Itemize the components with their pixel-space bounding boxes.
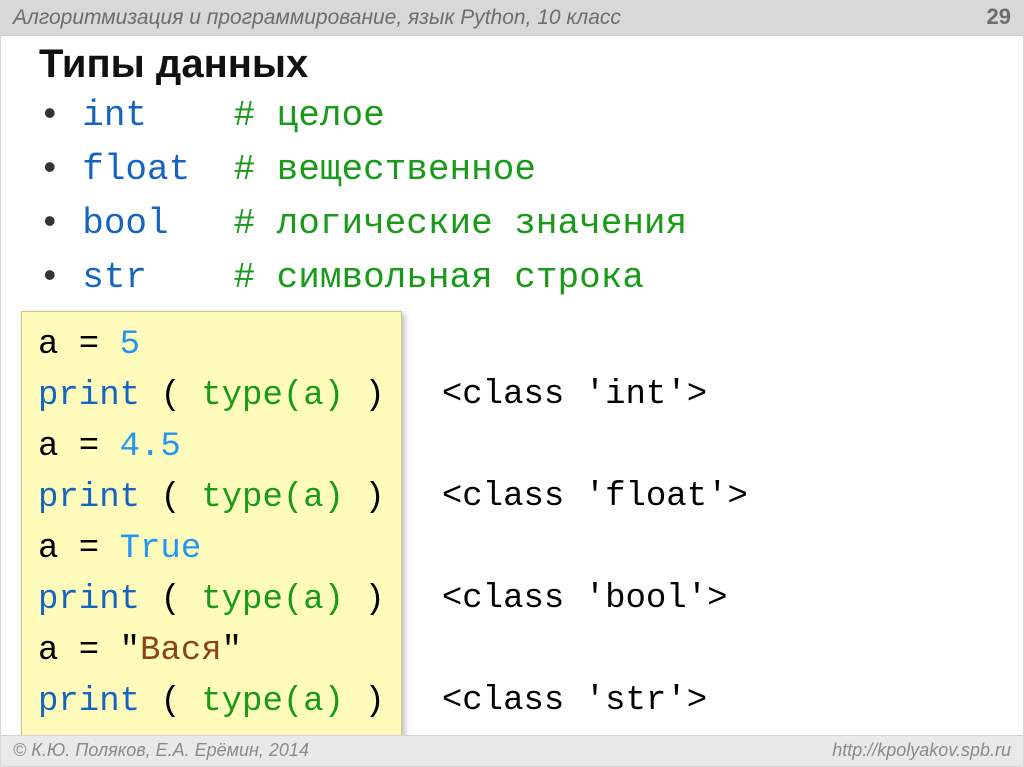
- output-line: <class 'int'>: [442, 376, 707, 414]
- footer-bar: © К.Ю. Поляков, Е.А. Ерёмин, 2014 http:/…: [1, 735, 1023, 766]
- code-paren: (: [160, 377, 201, 415]
- code-var: a: [38, 632, 58, 670]
- code-literal: True: [120, 530, 202, 568]
- code-paren: ): [344, 581, 385, 619]
- code-paren: (: [160, 581, 201, 619]
- type-name: bool: [82, 203, 168, 244]
- header-bar: Алгоритмизация и программирование, язык …: [1, 1, 1023, 36]
- output-line: <class 'bool'>: [442, 580, 728, 618]
- code-eq: =: [58, 530, 119, 568]
- bullet-icon: •: [39, 95, 82, 136]
- type-name: str: [82, 257, 147, 298]
- code-paren: (: [160, 683, 201, 721]
- code-literal: 4.5: [120, 428, 181, 466]
- code-string: Вася: [140, 632, 222, 670]
- list-item: • bool # логические значения: [39, 197, 1023, 251]
- code-eq: =: [58, 326, 119, 364]
- type-list: • int # целое • float # вещественное • b…: [39, 89, 1023, 305]
- code-eq: =: [58, 428, 119, 466]
- code-paren: ): [344, 377, 385, 415]
- code-box: a = 5 print ( type(a) ) a = 4.5 print ( …: [21, 311, 402, 739]
- output-box: <class 'int'> <class 'float'> <class 'bo…: [442, 319, 748, 727]
- code-eq: =: [58, 632, 119, 670]
- type-comment: # символьная строка: [233, 257, 643, 298]
- output-line: <class 'float'>: [442, 478, 748, 516]
- list-item: • str # символьная строка: [39, 251, 1023, 305]
- code-call: type(a): [201, 479, 344, 517]
- type-comment: # логические значения: [233, 203, 687, 244]
- code-quote: ": [222, 632, 242, 670]
- code-call: type(a): [201, 683, 344, 721]
- code-call: type(a): [201, 377, 344, 415]
- type-name: float: [82, 149, 190, 190]
- code-func: print: [38, 683, 160, 721]
- code-var: a: [38, 326, 58, 364]
- code-quote: ": [120, 632, 140, 670]
- subject-text: Алгоритмизация и программирование, язык …: [13, 6, 621, 30]
- example-row: a = 5 print ( type(a) ) a = 4.5 print ( …: [39, 311, 1023, 739]
- footer-url: http://kpolyakov.spb.ru: [832, 740, 1011, 761]
- list-item: • float # вещественное: [39, 143, 1023, 197]
- code-func: print: [38, 581, 160, 619]
- code-paren: ): [344, 479, 385, 517]
- code-paren: (: [160, 479, 201, 517]
- slide: Алгоритмизация и программирование, язык …: [0, 0, 1024, 767]
- code-func: print: [38, 479, 160, 517]
- copyright-text: © К.Ю. Поляков, Е.А. Ерёмин, 2014: [13, 740, 309, 761]
- code-var: a: [38, 428, 58, 466]
- spacer: [169, 203, 234, 244]
- bullet-icon: •: [39, 203, 82, 244]
- type-comment: # целое: [233, 95, 384, 136]
- type-name: int: [82, 95, 147, 136]
- spacer: [147, 257, 233, 298]
- code-func: print: [38, 377, 160, 415]
- bullet-icon: •: [39, 257, 82, 298]
- code-var: a: [38, 530, 58, 568]
- page-number: 29: [987, 4, 1011, 30]
- content-area: • int # целое • float # вещественное • b…: [39, 89, 1023, 739]
- code-literal: 5: [120, 326, 140, 364]
- spacer: [147, 95, 233, 136]
- page-title: Типы данных: [39, 42, 1023, 87]
- type-comment: # вещественное: [233, 149, 535, 190]
- list-item: • int # целое: [39, 89, 1023, 143]
- output-line: <class 'str'>: [442, 682, 707, 720]
- bullet-icon: •: [39, 149, 82, 190]
- code-call: type(a): [201, 581, 344, 619]
- code-paren: ): [344, 683, 385, 721]
- spacer: [190, 149, 233, 190]
